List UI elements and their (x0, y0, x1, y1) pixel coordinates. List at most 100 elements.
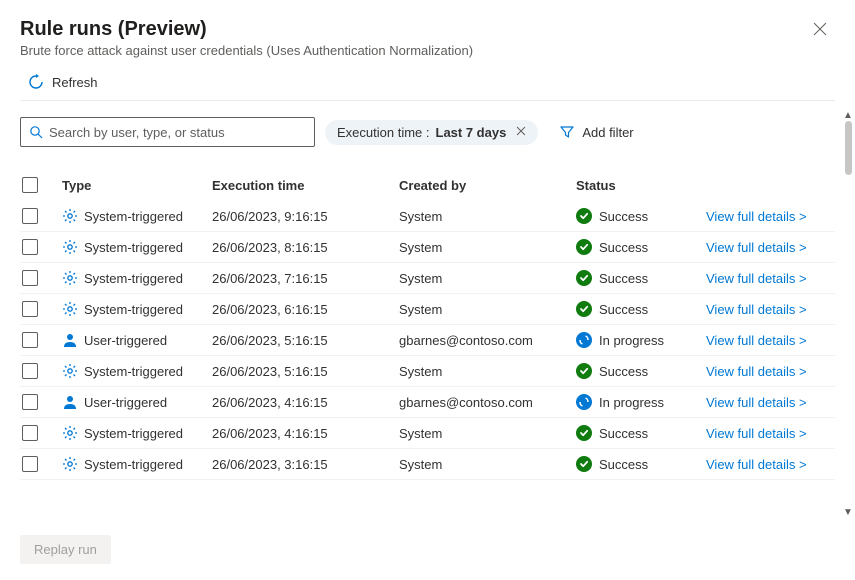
search-icon (29, 125, 43, 139)
row-checkbox[interactable] (22, 208, 38, 224)
created-by-cell: gbarnes@contoso.com (399, 395, 576, 410)
row-checkbox[interactable] (22, 239, 38, 255)
search-input[interactable] (43, 125, 306, 140)
replay-run-button[interactable]: Replay run (20, 535, 111, 564)
add-filter-button[interactable]: Add filter (548, 120, 645, 145)
created-by-cell: System (399, 271, 576, 286)
type-label: System-triggered (84, 457, 183, 472)
refresh-button[interactable]: Refresh (20, 70, 835, 101)
close-icon (813, 22, 827, 36)
remove-filter-button[interactable] (516, 125, 526, 139)
page-subtitle: Brute force attack against user credenti… (20, 43, 473, 58)
view-full-details-link[interactable]: View full details > (706, 364, 807, 379)
created-by-cell: System (399, 209, 576, 224)
table-header: Type Execution time Created by Status (20, 169, 835, 201)
status-label: Success (599, 240, 648, 255)
column-header-created-by[interactable]: Created by (399, 178, 576, 193)
view-full-details-link[interactable]: View full details > (706, 240, 807, 255)
row-checkbox[interactable] (22, 270, 38, 286)
status-label: Success (599, 457, 648, 472)
filter-chip-value: Last 7 days (436, 125, 507, 140)
table-row: User-triggered 26/06/2023, 5:16:15gbarnes… (20, 325, 835, 356)
vertical-scrollbar[interactable]: ▲ ▼ (841, 108, 855, 520)
row-checkbox[interactable] (22, 425, 38, 441)
created-by-cell: System (399, 302, 576, 317)
status-label: Success (599, 364, 648, 379)
created-by-cell: gbarnes@contoso.com (399, 333, 576, 348)
gear-icon (62, 425, 78, 441)
created-by-cell: System (399, 457, 576, 472)
view-full-details-link[interactable]: View full details > (706, 333, 807, 348)
type-label: User-triggered (84, 395, 167, 410)
scroll-thumb[interactable] (845, 121, 852, 175)
type-label: User-triggered (84, 333, 167, 348)
funnel-icon (560, 125, 574, 139)
success-icon (576, 208, 592, 224)
view-full-details-link[interactable]: View full details > (706, 209, 807, 224)
type-label: System-triggered (84, 426, 183, 441)
view-full-details-link[interactable]: View full details > (706, 302, 807, 317)
execution-time-cell: 26/06/2023, 5:16:15 (212, 333, 399, 348)
gear-icon (62, 208, 78, 224)
table-row: System-triggered 26/06/2023, 8:16:15Syste… (20, 232, 835, 263)
created-by-cell: System (399, 364, 576, 379)
view-full-details-link[interactable]: View full details > (706, 271, 807, 286)
close-button[interactable] (805, 18, 835, 44)
execution-time-cell: 26/06/2023, 4:16:15 (212, 395, 399, 410)
filter-chip-prefix: Execution time : (337, 125, 430, 140)
gear-icon (62, 301, 78, 317)
type-label: System-triggered (84, 209, 183, 224)
view-full-details-link[interactable]: View full details > (706, 395, 807, 410)
add-filter-label: Add filter (582, 125, 633, 140)
progress-icon (576, 394, 592, 410)
table-row: System-triggered 26/06/2023, 3:16:15Syste… (20, 449, 835, 480)
execution-time-cell: 26/06/2023, 3:16:15 (212, 457, 399, 472)
row-checkbox[interactable] (22, 332, 38, 348)
success-icon (576, 363, 592, 379)
table-row: System-triggered26/06/2023, 6:16:15Syste… (20, 294, 835, 325)
runs-table: Type Execution time Created by Status Sy… (20, 169, 835, 523)
execution-time-cell: 26/06/2023, 9:16:15 (212, 209, 399, 224)
user-icon (62, 332, 78, 348)
status-label: In progress (599, 395, 664, 410)
type-label: System-triggered (84, 271, 183, 286)
column-header-type[interactable]: Type (62, 178, 212, 193)
row-checkbox[interactable] (22, 456, 38, 472)
refresh-icon (28, 74, 44, 90)
refresh-label: Refresh (52, 75, 98, 90)
success-icon (576, 239, 592, 255)
user-icon (62, 394, 78, 410)
remove-icon (516, 126, 526, 136)
gear-icon (62, 456, 78, 472)
created-by-cell: System (399, 426, 576, 441)
select-all-checkbox[interactable] (22, 177, 38, 193)
view-full-details-link[interactable]: View full details > (706, 457, 807, 472)
table-row: System-triggered26/06/2023, 4:16:15Syste… (20, 418, 835, 449)
execution-time-cell: 26/06/2023, 6:16:15 (212, 302, 399, 317)
created-by-cell: System (399, 240, 576, 255)
column-header-execution-time[interactable]: Execution time (212, 178, 399, 193)
row-checkbox[interactable] (22, 394, 38, 410)
success-icon (576, 301, 592, 317)
search-box[interactable] (20, 117, 315, 147)
table-row: System-triggered 26/06/2023, 9:16:15Syste… (20, 201, 835, 232)
status-label: Success (599, 426, 648, 441)
execution-time-filter-chip[interactable]: Execution time : Last 7 days (325, 120, 538, 145)
scroll-down-arrow[interactable]: ▼ (843, 507, 853, 518)
success-icon (576, 425, 592, 441)
status-label: In progress (599, 333, 664, 348)
execution-time-cell: 26/06/2023, 8:16:15 (212, 240, 399, 255)
column-header-status[interactable]: Status (576, 178, 706, 193)
row-checkbox[interactable] (22, 363, 38, 379)
row-checkbox[interactable] (22, 301, 38, 317)
progress-icon (576, 332, 592, 348)
table-row: User-triggered 26/06/2023, 4:16:15gbarnes… (20, 387, 835, 418)
status-label: Success (599, 209, 648, 224)
type-label: System-triggered (84, 364, 183, 379)
scroll-up-arrow[interactable]: ▲ (843, 110, 853, 121)
type-label: System-triggered (84, 240, 183, 255)
success-icon (576, 270, 592, 286)
execution-time-cell: 26/06/2023, 5:16:15 (212, 364, 399, 379)
gear-icon (62, 363, 78, 379)
view-full-details-link[interactable]: View full details > (706, 426, 807, 441)
